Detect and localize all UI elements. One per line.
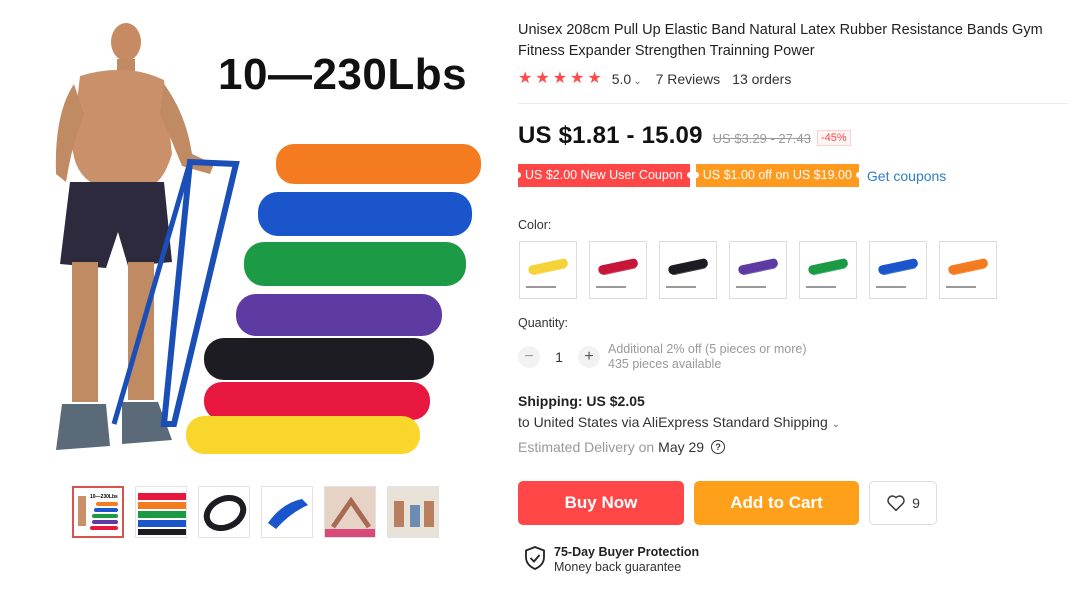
- quantity-stepper: − 1 + Additional 2% off (5 pieces or mor…: [518, 342, 806, 372]
- rating-stars: ★ ★ ★ ★ ★: [518, 70, 602, 88]
- estimated-delivery: Estimated Delivery on May 29 ?: [518, 439, 726, 455]
- thumbnail-4-image: [268, 499, 308, 529]
- shipping-title: Shipping: US $2.05: [518, 393, 645, 409]
- color-swatch-purple-band[interactable]: [729, 241, 787, 299]
- help-icon[interactable]: ?: [711, 440, 726, 454]
- add-to-cart-button[interactable]: Add to Cart: [694, 481, 859, 525]
- purple-band-image: [736, 258, 778, 288]
- bulk-discount-note: Additional 2% off (5 pieces or more): [608, 342, 807, 356]
- divider: [518, 103, 1068, 104]
- wishlist-button[interactable]: 9: [869, 481, 937, 525]
- star-icon: ★: [587, 70, 602, 87]
- store-coupon[interactable]: US $1.00 off on US $19.00: [692, 164, 863, 187]
- protection-title: 75-Day Buyer Protection: [554, 545, 700, 559]
- thumbnail-1[interactable]: 10—230Lbs: [72, 486, 124, 538]
- wishlist-count: 9: [912, 495, 920, 511]
- quantity-value[interactable]: 1: [540, 349, 578, 365]
- rating-value-dropdown[interactable]: 5.0 ⌄: [612, 71, 642, 87]
- delivery-date: May 29: [658, 439, 705, 455]
- rating-value: 5.0: [611, 71, 632, 87]
- rating-row: ★ ★ ★ ★ ★ 5.0 ⌄ 7 Reviews 13 orders: [518, 70, 791, 88]
- original-price: US $3.29 - 27.43: [712, 131, 811, 146]
- color-swatch-green-band[interactable]: [799, 241, 857, 299]
- yellow-band-image: [526, 258, 568, 288]
- thumbnail-strip: 10—230Lbs: [72, 486, 439, 538]
- color-label: Color:: [518, 218, 552, 232]
- thumbnail-3-image: [203, 494, 247, 532]
- quantity-label: Quantity:: [518, 316, 569, 330]
- thumbnail-4[interactable]: [261, 486, 313, 538]
- green-band-image: [806, 258, 848, 288]
- red-band-image: [596, 258, 638, 288]
- svg-text:10—230Lbs: 10—230Lbs: [90, 494, 118, 500]
- new-user-coupon[interactable]: US $2.00 New User Coupon: [515, 164, 693, 187]
- star-icon: ★: [518, 70, 533, 87]
- delivery-label: Estimated Delivery on: [518, 439, 655, 455]
- orders-count: 13 orders: [732, 71, 792, 87]
- thumbnail-5-image: [325, 487, 375, 537]
- color-swatch-yellow-band[interactable]: [519, 241, 577, 299]
- coupon-row: US $2.00 New User Coupon US $1.00 off on…: [515, 164, 946, 187]
- buy-now-button[interactable]: Buy Now: [518, 481, 684, 525]
- thumbnail-3[interactable]: [198, 486, 250, 538]
- color-swatch-orange-band[interactable]: [939, 241, 997, 299]
- thumbnail-2-image: [138, 493, 186, 535]
- protection-subtitle: Money back guarantee: [554, 560, 682, 574]
- black-band-image: [666, 258, 708, 288]
- thumbnail-1-image: 10—230Lbs: [78, 494, 118, 530]
- star-icon: ★: [535, 70, 550, 87]
- price-row: US $1.81 - 15.09 US $3.29 - 27.43 -45%: [518, 122, 851, 150]
- orange-band-image: [946, 258, 988, 288]
- chevron-down-icon: ⌄: [633, 76, 642, 87]
- image-headline: 10—230Lbs: [218, 50, 468, 99]
- heart-icon: [887, 495, 905, 512]
- star-icon: ★: [552, 70, 568, 87]
- get-coupons-link[interactable]: Get coupons: [867, 168, 946, 184]
- quantity-notes: Additional 2% off (5 pieces or more) 435…: [608, 342, 806, 372]
- thumbnail-6-image: [388, 487, 438, 537]
- thumbnail-2[interactable]: [135, 486, 187, 538]
- color-swatch-red-band[interactable]: [589, 241, 647, 299]
- athlete-figure: [55, 23, 214, 450]
- decrease-quantity-button[interactable]: −: [518, 346, 540, 368]
- available-pieces: 435 pieces available: [608, 357, 722, 371]
- product-title: Unisex 208cm Pull Up Elastic Band Natura…: [518, 22, 1043, 59]
- shield-check-icon: [525, 546, 545, 570]
- blue-band-image: [876, 258, 918, 288]
- increase-quantity-button[interactable]: +: [578, 346, 600, 368]
- color-swatch-black-band[interactable]: [659, 241, 717, 299]
- thumbnail-5[interactable]: [324, 486, 376, 538]
- main-product-image[interactable]: 10—230Lbs: [14, 4, 502, 466]
- shipping-route-dropdown[interactable]: to United States via AliExpress Standard…: [518, 414, 840, 430]
- star-icon: ★: [570, 70, 585, 87]
- shipping-route: to United States via AliExpress Standard…: [518, 414, 828, 430]
- buyer-protection-text: 75-Day Buyer Protection Money back guara…: [554, 545, 699, 575]
- discount-badge: -45%: [816, 130, 851, 146]
- current-price: US $1.81 - 15.09: [518, 122, 703, 149]
- thumbnail-6[interactable]: [387, 486, 439, 538]
- color-swatch-blue-band[interactable]: [869, 241, 927, 299]
- reviews-link[interactable]: 7 Reviews: [656, 71, 721, 87]
- color-swatches: [519, 241, 997, 299]
- chevron-down-icon: ⌄: [831, 419, 841, 430]
- buyer-protection: 75-Day Buyer Protection Money back guara…: [524, 545, 699, 575]
